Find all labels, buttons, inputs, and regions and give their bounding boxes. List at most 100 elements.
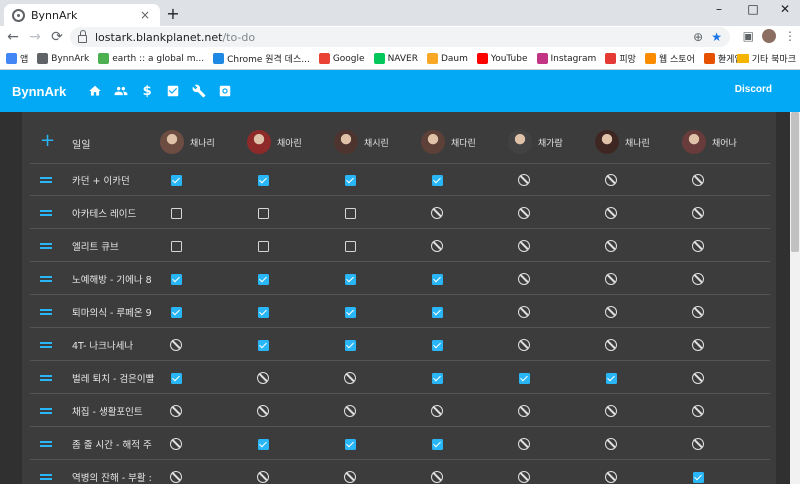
status-cell[interactable] (509, 296, 539, 328)
status-cell[interactable] (683, 296, 713, 328)
status-cell[interactable] (248, 230, 278, 262)
status-cell[interactable] (335, 197, 365, 229)
bookmark-item[interactable]: NAVER (373, 53, 418, 64)
unavailable-icon[interactable] (431, 240, 443, 252)
unavailable-icon[interactable] (431, 405, 443, 417)
unavailable-icon[interactable] (170, 471, 182, 483)
checked-checkbox[interactable] (257, 306, 269, 318)
status-cell[interactable] (161, 263, 191, 295)
status-cell[interactable] (683, 395, 713, 427)
status-cell[interactable] (422, 461, 452, 484)
unavailable-icon[interactable] (344, 471, 356, 483)
status-cell[interactable] (422, 230, 452, 262)
home-icon[interactable] (82, 81, 108, 101)
unavailable-icon[interactable] (518, 174, 530, 186)
drag-handle-icon[interactable] (40, 408, 52, 414)
status-cell[interactable] (683, 230, 713, 262)
bookmarks-overflow-button[interactable]: » (719, 52, 726, 65)
bookmark-item[interactable]: 피망 (605, 52, 636, 65)
unavailable-icon[interactable] (605, 405, 617, 417)
checked-checkbox[interactable] (170, 372, 182, 384)
status-cell[interactable] (596, 164, 626, 196)
browser-tab[interactable]: BynnArk × (4, 4, 160, 26)
status-cell[interactable] (335, 395, 365, 427)
status-cell[interactable] (422, 164, 452, 196)
drag-handle-icon[interactable] (40, 309, 52, 315)
drag-handle-icon[interactable] (40, 342, 52, 348)
status-cell[interactable] (161, 461, 191, 484)
bookmark-item[interactable]: 웹 스토어 (644, 52, 695, 65)
checked-checkbox[interactable] (344, 339, 356, 351)
bookmark-item[interactable]: Google (318, 53, 365, 64)
status-cell[interactable] (509, 263, 539, 295)
status-cell[interactable] (248, 263, 278, 295)
status-cell[interactable] (335, 230, 365, 262)
status-cell[interactable] (683, 164, 713, 196)
status-cell[interactable] (248, 362, 278, 394)
status-cell[interactable] (509, 230, 539, 262)
unavailable-icon[interactable] (431, 207, 443, 219)
checked-checkbox[interactable] (257, 339, 269, 351)
unchecked-checkbox[interactable] (257, 207, 269, 219)
character-header[interactable]: 채나린 (595, 120, 650, 164)
unavailable-icon[interactable] (605, 438, 617, 450)
checked-checkbox[interactable] (257, 438, 269, 450)
status-cell[interactable] (422, 428, 452, 460)
minimize-button[interactable]: – (704, 2, 734, 16)
bookmark-item[interactable]: Daum (426, 53, 468, 64)
status-cell[interactable] (683, 428, 713, 460)
status-cell[interactable] (161, 296, 191, 328)
status-cell[interactable] (596, 230, 626, 262)
unavailable-icon[interactable] (518, 240, 530, 252)
drag-handle-icon[interactable] (40, 441, 52, 447)
checked-checkbox[interactable] (170, 174, 182, 186)
checked-checkbox[interactable] (431, 273, 443, 285)
status-cell[interactable] (683, 263, 713, 295)
status-cell[interactable] (509, 197, 539, 229)
character-header[interactable]: 채어나 (682, 120, 737, 164)
status-cell[interactable] (683, 362, 713, 394)
status-cell[interactable] (596, 395, 626, 427)
status-cell[interactable] (596, 329, 626, 361)
back-button[interactable]: ← (2, 26, 24, 48)
discord-link[interactable]: Discord (735, 84, 772, 95)
status-cell[interactable] (422, 395, 452, 427)
unchecked-checkbox[interactable] (170, 207, 182, 219)
status-cell[interactable] (509, 461, 539, 484)
drag-handle-icon[interactable] (40, 375, 52, 381)
status-cell[interactable] (422, 263, 452, 295)
menu-icon[interactable]: ⋮ (784, 28, 796, 44)
unavailable-icon[interactable] (518, 438, 530, 450)
unavailable-icon[interactable] (692, 207, 704, 219)
status-cell[interactable] (248, 428, 278, 460)
checked-checkbox[interactable] (431, 438, 443, 450)
unavailable-icon[interactable] (518, 306, 530, 318)
drag-handle-icon[interactable] (40, 177, 52, 183)
checked-checkbox[interactable] (344, 174, 356, 186)
unavailable-icon[interactable] (605, 273, 617, 285)
character-header[interactable]: 채나리 (160, 120, 215, 164)
address-bar[interactable]: lostark.blankplanet.net/to-do ⊕ ★ (70, 27, 730, 47)
status-cell[interactable] (509, 395, 539, 427)
unavailable-icon[interactable] (605, 306, 617, 318)
status-cell[interactable] (509, 362, 539, 394)
unavailable-icon[interactable] (518, 471, 530, 483)
bookmark-item[interactable]: 앱 (6, 52, 28, 65)
drag-handle-icon[interactable] (40, 243, 52, 249)
character-header[interactable]: 채다린 (421, 120, 476, 164)
bookmark-star-icon[interactable]: ★ (711, 29, 722, 45)
status-cell[interactable] (161, 197, 191, 229)
unavailable-icon[interactable] (518, 339, 530, 351)
group-icon[interactable] (108, 81, 134, 101)
other-bookmarks-folder[interactable]: 기타 북마크 (736, 52, 796, 65)
unavailable-icon[interactable] (257, 405, 269, 417)
character-header[interactable]: 채아린 (247, 120, 302, 164)
unavailable-icon[interactable] (170, 438, 182, 450)
unchecked-checkbox[interactable] (170, 240, 182, 252)
status-cell[interactable] (248, 197, 278, 229)
extension-icon[interactable]: ▣ (743, 28, 754, 44)
bookmark-item[interactable]: BynnArk (37, 53, 89, 64)
drag-handle-icon[interactable] (40, 210, 52, 216)
unchecked-checkbox[interactable] (344, 207, 356, 219)
maximize-button[interactable]: □ (738, 2, 768, 16)
